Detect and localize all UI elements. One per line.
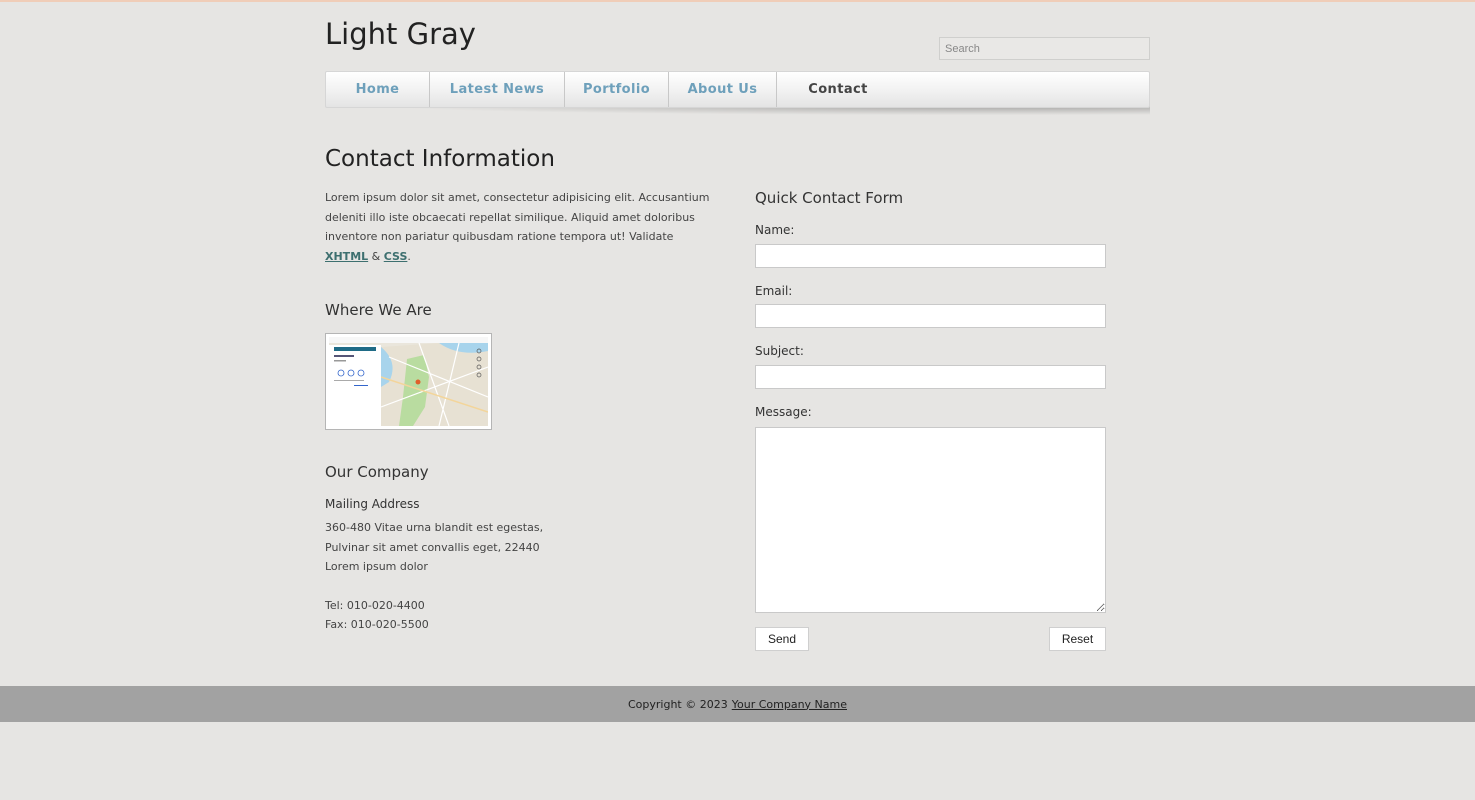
period: . xyxy=(407,249,411,263)
where-we-are-title: Where We Are xyxy=(325,301,432,319)
nav-item-latest-news[interactable]: Latest News xyxy=(430,72,565,107)
css-link[interactable]: CSS xyxy=(384,250,408,263)
main-nav: Home Latest News Portfolio About Us Cont… xyxy=(325,71,1150,108)
nav-item-home[interactable]: Home xyxy=(326,72,430,107)
fax: Fax: 010-020-5500 xyxy=(325,618,429,631)
email-label: Email: xyxy=(755,284,793,298)
site-title: Light Gray xyxy=(325,17,476,51)
nav-item-about-us[interactable]: About Us xyxy=(669,72,777,107)
subject-field[interactable] xyxy=(755,365,1106,389)
send-button[interactable]: Send xyxy=(755,627,809,651)
subject-label: Subject: xyxy=(755,344,804,358)
message-field[interactable] xyxy=(755,427,1106,613)
contact-info-paragraph: Lorem ipsum dolor sit amet, consectetur … xyxy=(325,188,715,266)
address-line-2: Pulvinar sit amet convallis eget, 22440 xyxy=(325,540,540,554)
nav-item-portfolio[interactable]: Portfolio xyxy=(565,72,669,107)
xhtml-link[interactable]: XHTML xyxy=(325,250,368,263)
map-illustration xyxy=(329,337,488,426)
map-thumbnail[interactable] xyxy=(325,333,492,430)
contact-info-title: Contact Information xyxy=(325,146,555,172)
our-company-title: Our Company xyxy=(325,463,429,481)
ampersand: & xyxy=(371,249,381,263)
quick-contact-title: Quick Contact Form xyxy=(755,189,904,207)
nav-item-contact[interactable]: Contact xyxy=(777,72,899,107)
reset-button[interactable]: Reset xyxy=(1049,627,1106,651)
email-field[interactable] xyxy=(755,304,1106,328)
mailing-address-heading: Mailing Address xyxy=(325,497,420,511)
map-image xyxy=(329,337,488,426)
intro-text: Lorem ipsum dolor sit amet, consectetur … xyxy=(325,191,710,243)
company-name-link[interactable]: Your Company Name xyxy=(732,698,847,711)
name-label: Name: xyxy=(755,223,795,237)
address-line-3: Lorem ipsum dolor xyxy=(325,560,428,573)
footer: Copyright © 2023 Your Company Name xyxy=(0,686,1475,722)
search-input[interactable] xyxy=(939,37,1150,60)
message-label: Message: xyxy=(755,405,812,419)
name-field[interactable] xyxy=(755,244,1106,268)
copyright-text: Copyright © 2023 xyxy=(627,697,728,711)
address-line-1: 360-480 Vitae urna blandit est egestas, xyxy=(325,521,544,534)
telephone: Tel: 010-020-4400 xyxy=(325,599,425,612)
